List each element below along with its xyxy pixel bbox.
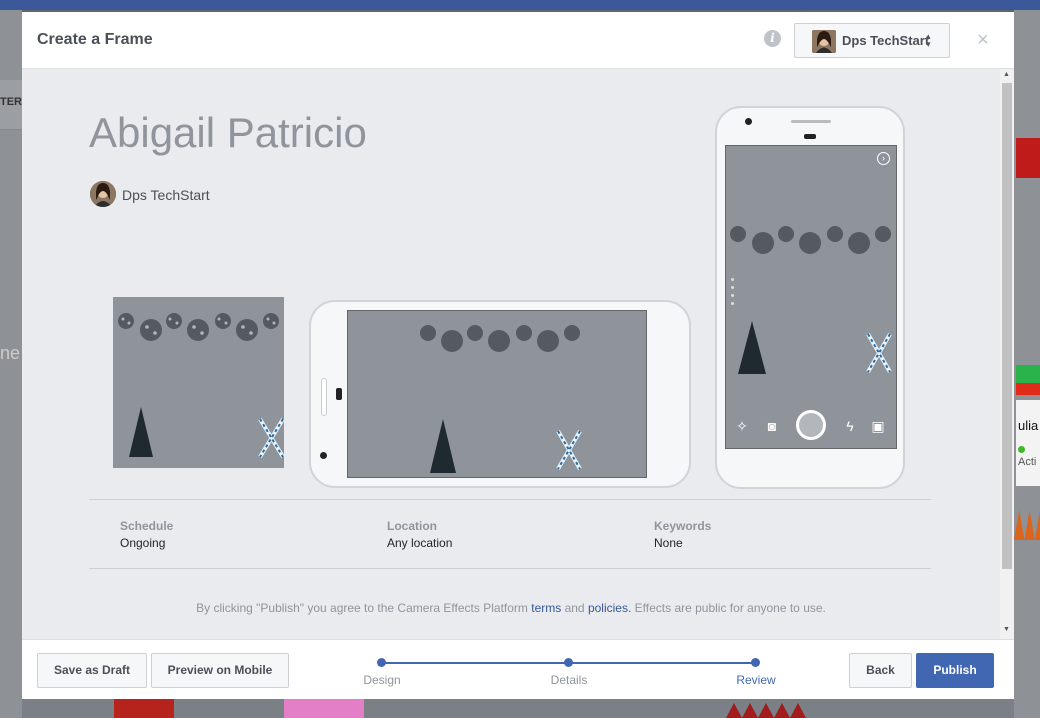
step-details[interactable]: Details <box>529 673 609 687</box>
gallery-icon: ▣ <box>871 418 885 434</box>
camera-icon: ◙ <box>767 418 777 434</box>
landscape-screen <box>347 310 647 478</box>
page-selector-dropdown[interactable]: Dps TechStart ▴ ▾ <box>794 23 950 58</box>
background-orange-decoration <box>1014 510 1040 540</box>
keywords-label: Keywords <box>654 519 712 533</box>
landscape-phone-preview <box>309 300 691 488</box>
effect-dots-indicator <box>731 278 735 310</box>
frame-name-heading: Abigail Patricio <box>89 109 367 156</box>
save-as-draft-button[interactable]: Save as Draft <box>37 653 147 688</box>
preview-on-mobile-button[interactable]: Preview on Mobile <box>151 653 289 688</box>
background-thumbnail <box>284 699 364 718</box>
dialog-title: Create a Frame <box>37 31 153 48</box>
step-dot-review <box>751 658 760 667</box>
background-card-title: ulia <box>1018 418 1039 433</box>
frame-artwork <box>118 313 284 459</box>
step-dot-design <box>377 658 386 667</box>
background-thumbnail <box>1016 138 1040 178</box>
expand-icon: › <box>877 152 890 165</box>
divider <box>89 568 931 569</box>
background-green-bar <box>1016 365 1040 383</box>
frame-preview-square <box>113 297 284 468</box>
publish-button[interactable]: Publish <box>916 653 994 688</box>
background-left-text: ne <box>0 343 21 363</box>
camera-controls: ✧ ◙ ϟ ▣ <box>726 404 896 448</box>
legal-prefix: By clicking "Publish" you agree to the C… <box>196 601 532 615</box>
divider <box>89 499 931 500</box>
terms-link[interactable]: terms <box>531 601 561 615</box>
schedule-detail: Schedule Ongoing <box>120 519 173 550</box>
frame-artwork <box>730 226 892 374</box>
background-tab-text: TER <box>0 96 22 108</box>
background-thumbnail <box>726 703 806 718</box>
portrait-phone-preview: › ✧ ◙ ϟ ▣ <box>715 106 905 489</box>
step-review[interactable]: Review <box>716 673 796 687</box>
background-red-bar <box>1016 383 1040 395</box>
scroll-up-arrow-icon[interactable]: ▲ <box>1003 71 1010 78</box>
legal-suffix: Effects are public for anyone to use. <box>631 601 826 615</box>
dialog-content: Abigail Patricio Dps TechStart › ✧ ◙ ϟ ▣… <box>22 69 1000 639</box>
schedule-value: Ongoing <box>120 536 166 550</box>
background-right-panel: ulia Acti <box>1014 10 1040 718</box>
phone-camera <box>745 118 752 125</box>
owner-avatar <box>90 181 116 207</box>
step-design[interactable]: Design <box>342 673 422 687</box>
dialog-footer: Save as Draft Preview on Mobile Design D… <box>22 639 1014 699</box>
page-selector-label: Dps TechStart <box>842 33 930 48</box>
keywords-detail: Keywords None <box>654 519 711 550</box>
scrollbar-thumb[interactable] <box>1002 83 1012 569</box>
background-bottom-strip <box>22 699 1014 718</box>
location-label: Location <box>387 519 437 533</box>
chevron-updown-icon: ▴ ▾ <box>926 31 931 49</box>
phone-camera <box>320 452 327 459</box>
background-left-panel: TER ne <box>0 10 22 718</box>
schedule-label: Schedule <box>120 519 174 533</box>
magic-wand-icon: ✧ <box>736 418 748 434</box>
scroll-down-arrow-icon[interactable]: ▼ <box>1003 626 1010 633</box>
location-value: Any location <box>387 536 453 550</box>
close-icon[interactable]: × <box>977 30 989 50</box>
background-thumbnail <box>114 699 174 718</box>
location-detail: Location Any location <box>387 519 452 550</box>
back-button[interactable]: Back <box>849 653 912 688</box>
phone-speaker <box>791 120 831 123</box>
content-scrollbar[interactable]: ▲ ▼ <box>1000 69 1014 639</box>
portrait-screen: › ✧ ◙ ϟ ▣ <box>725 145 897 449</box>
policies-link[interactable]: policies. <box>588 601 631 615</box>
background-card-status: Acti <box>1018 444 1040 468</box>
phone-speaker <box>336 388 342 400</box>
step-dot-details <box>564 658 573 667</box>
shutter-icon <box>796 410 826 440</box>
facebook-top-bar <box>0 0 1040 10</box>
owner-name: Dps TechStart <box>122 187 210 203</box>
flash-icon: ϟ <box>846 418 854 434</box>
frame-artwork <box>420 325 582 473</box>
background-card <box>1016 400 1040 486</box>
legal-notice: By clicking "Publish" you agree to the C… <box>22 601 1000 615</box>
dialog-header: Create a Frame i Dps TechStart ▴ ▾ × <box>22 12 1014 69</box>
legal-and: and <box>561 601 588 615</box>
info-icon[interactable]: i <box>764 30 781 47</box>
create-frame-dialog: Create a Frame i Dps TechStart ▴ ▾ × Abig… <box>22 12 1014 699</box>
page-avatar <box>812 30 836 53</box>
phone-sensor <box>804 134 816 139</box>
phone-side-button <box>321 378 327 416</box>
keywords-value: None <box>654 536 683 550</box>
